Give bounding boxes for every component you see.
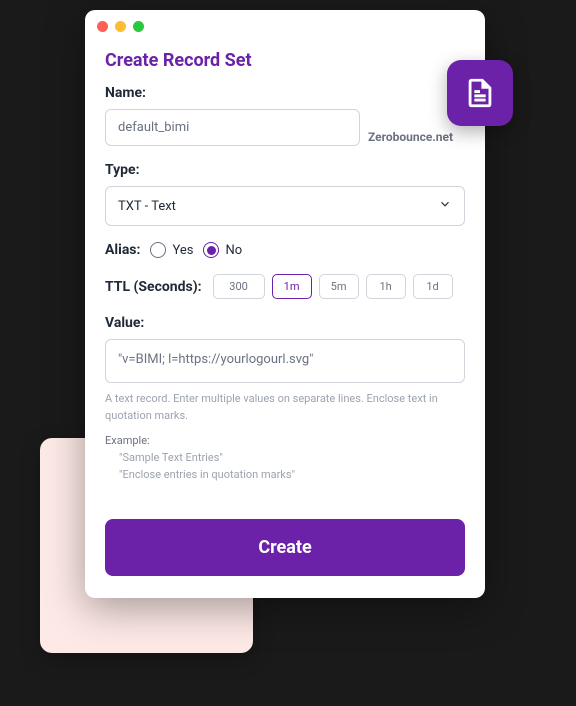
close-icon[interactable] [97,21,108,32]
value-label: Value: [105,315,465,331]
ttl-preset-1h[interactable]: 1h [366,274,406,299]
alias-label: Alias: [105,242,140,258]
value-textarea[interactable]: "v=BIMI; l=https://yourlogourl.svg" [105,339,465,383]
type-row: Type: TXT - Text [105,162,465,226]
name-label: Name: [105,85,465,101]
chevron-down-icon [438,197,452,215]
value-row: Value: "v=BIMI; l=https://yourlogourl.sv… [105,315,465,481]
app-window: Create Record Set Name: Zerobounce.net T… [85,10,485,598]
value-help: A text record. Enter multiple values on … [105,391,465,424]
name-row: Name: Zerobounce.net [105,85,465,146]
create-button[interactable]: Create [105,519,465,576]
radio-checked-icon [203,242,219,258]
radio-icon [150,242,166,258]
alias-yes-radio[interactable]: Yes [150,242,193,258]
page-title: Create Record Set [105,50,465,71]
document-icon [447,60,513,126]
type-selected: TXT - Text [118,199,176,214]
ttl-preset-5m[interactable]: 5m [319,274,359,299]
maximize-icon[interactable] [133,21,144,32]
type-select[interactable]: TXT - Text [105,186,465,226]
ttl-row: TTL (Seconds): 1m 5m 1h 1d [105,274,465,299]
alias-yes-label: Yes [172,243,193,258]
form-content: Create Record Set Name: Zerobounce.net T… [85,42,485,598]
ttl-preset-1d[interactable]: 1d [413,274,453,299]
alias-row: Alias: Yes No [105,242,465,258]
alias-no-label: No [225,243,242,258]
ttl-preset-1m[interactable]: 1m [272,274,312,299]
name-input[interactable] [105,109,360,146]
example-line-1: "Sample Text Entries" [119,451,465,464]
ttl-input[interactable] [213,274,265,299]
example-label: Example: [105,434,465,447]
window-titlebar [85,10,485,42]
ttl-label: TTL (Seconds): [105,279,202,295]
minimize-icon[interactable] [115,21,126,32]
domain-suffix: Zerobounce.net [368,130,453,146]
example-line-2: "Enclose entries in quotation marks" [119,468,465,481]
alias-no-radio[interactable]: No [203,242,242,258]
type-label: Type: [105,162,465,178]
